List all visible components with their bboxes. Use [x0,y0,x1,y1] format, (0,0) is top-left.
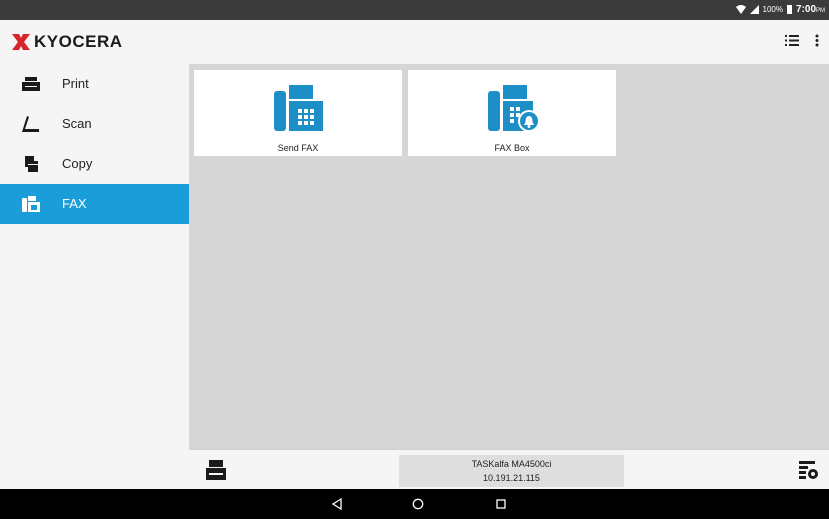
device-panel: TASKalfa MA4500ci 10.191.21.115 [189,449,829,490]
clock-ampm: PM [816,8,825,14]
clock: 7:00PM [796,4,825,15]
app-bar: KYOCERA [0,20,829,64]
fax-box-icon [488,85,540,131]
wifi-icon [735,5,746,14]
signal-icon [749,5,759,14]
brand-name: KYOCERA [34,32,123,51]
selected-device[interactable]: TASKalfa MA4500ci 10.191.21.115 [399,455,624,487]
sidebar-item-print[interactable]: Print [0,64,189,104]
tile-label: Send FAX [277,143,319,153]
printer-device-icon[interactable] [206,460,226,480]
back-icon[interactable] [331,498,343,510]
battery-icon [786,5,792,14]
clock-time: 7:00 [795,4,816,15]
sidebar-item-fax[interactable]: FAX [0,184,189,224]
recents-icon[interactable] [495,498,507,510]
sidebar: Print Scan Copy FAX [0,64,189,489]
fax-icon [22,196,40,212]
fax-box-tile[interactable]: FAX Box [408,70,616,156]
fax-machine-icon [274,85,323,131]
status-bar: 100% 7:00PM [0,0,829,20]
device-settings-icon[interactable] [799,460,819,480]
system-nav-bar [0,489,829,519]
kyocera-logo: KYOCERA [12,32,123,52]
copy-icon [25,156,38,172]
status-indicators: 100% 7:00PM [735,4,825,15]
device-ip: 10.191.21.115 [483,473,540,483]
list-view-icon[interactable] [785,35,799,46]
sidebar-item-copy[interactable]: Copy [0,144,189,184]
appbar-actions [785,34,819,47]
send-fax-tile[interactable]: Send FAX [194,70,402,156]
battery-percent: 100% [762,5,783,14]
home-icon[interactable] [412,498,424,510]
scan-icon [22,116,39,132]
sidebar-item-label: Scan [62,116,92,131]
printer-icon [22,77,40,91]
tile-label: FAX Box [494,143,530,153]
more-options-icon[interactable] [815,34,819,47]
sidebar-item-label: FAX [62,196,87,211]
kyocera-logo-icon [12,34,30,50]
sidebar-item-label: Print [62,76,89,91]
device-name: TASKalfa MA4500ci [471,459,552,469]
sidebar-item-label: Copy [62,156,93,171]
sidebar-item-scan[interactable]: Scan [0,104,189,144]
